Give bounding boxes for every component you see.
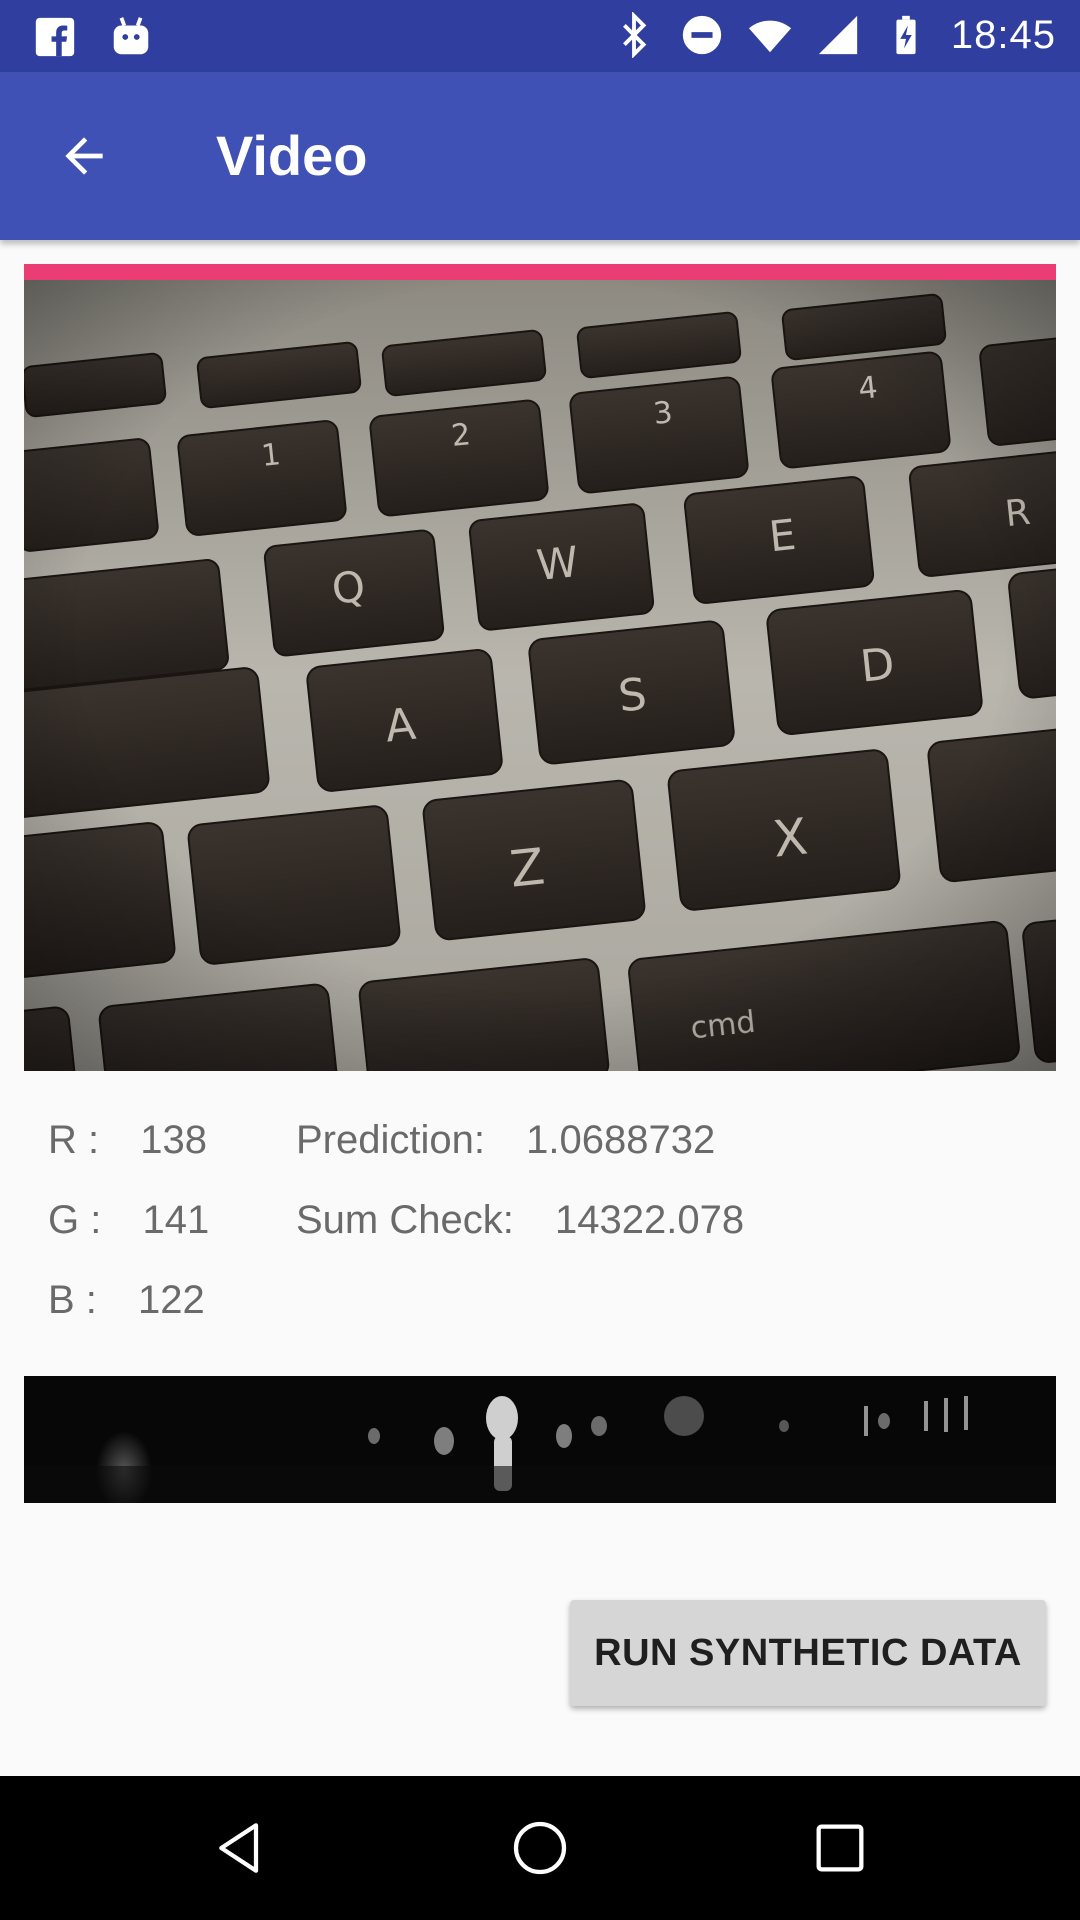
back-button[interactable] [40,116,128,196]
prediction-value: 1.0688732 [526,1118,716,1162]
battery-charging-icon [896,15,916,55]
b-value: 122 [138,1278,205,1322]
nav-back-button[interactable] [200,1812,280,1884]
prediction-row: Prediction: 1.0688732 [296,1118,715,1163]
app-bar: Video [0,72,1080,240]
g-value: 141 [142,1198,210,1242]
arrow-left-icon [65,137,103,175]
prediction-label: Prediction: [296,1118,485,1162]
nav-home-button[interactable] [500,1812,580,1884]
r-row: R : 138 [48,1118,207,1163]
b-row: B : 122 [48,1278,205,1323]
run-synthetic-data-button[interactable]: RUN SYNTHETIC DATA [570,1600,1046,1706]
g-label: G : [48,1198,102,1242]
status-bar: 18:45 [0,0,1080,72]
bluetooth-icon [622,12,647,58]
nav-back-icon [219,1823,259,1873]
do-not-disturb-icon [682,15,722,55]
b-label: B : [48,1278,97,1322]
sum-check-value: 14322.078 [554,1198,745,1242]
clock: 18:45 [950,12,1056,57]
sum-check-row: Sum Check: 14322.078 [296,1198,744,1243]
keyboard-photo: Q W E R A S D Z X 1 2 3 4 cmd [24,280,1056,1071]
nav-recents-icon [816,1824,864,1872]
wifi-icon [748,20,791,53]
nav-recents-button[interactable] [800,1812,880,1884]
facebook-icon [35,17,75,57]
nav-home-icon [513,1821,567,1875]
r-label: R : [48,1118,100,1162]
camera-preview: Q W E R A S D Z X 1 2 3 4 cmd [24,264,1056,1071]
accent-line [24,264,1056,280]
r-value: 138 [140,1118,207,1162]
page-title: Video [216,124,368,187]
android-debug-icon [113,17,149,55]
navigation-bar [0,1776,1080,1920]
synthetic-frame-image [24,1376,1056,1503]
cell-signal-icon [818,15,858,55]
sum-check-label: Sum Check: [296,1198,514,1242]
g-row: G : 141 [48,1198,209,1243]
